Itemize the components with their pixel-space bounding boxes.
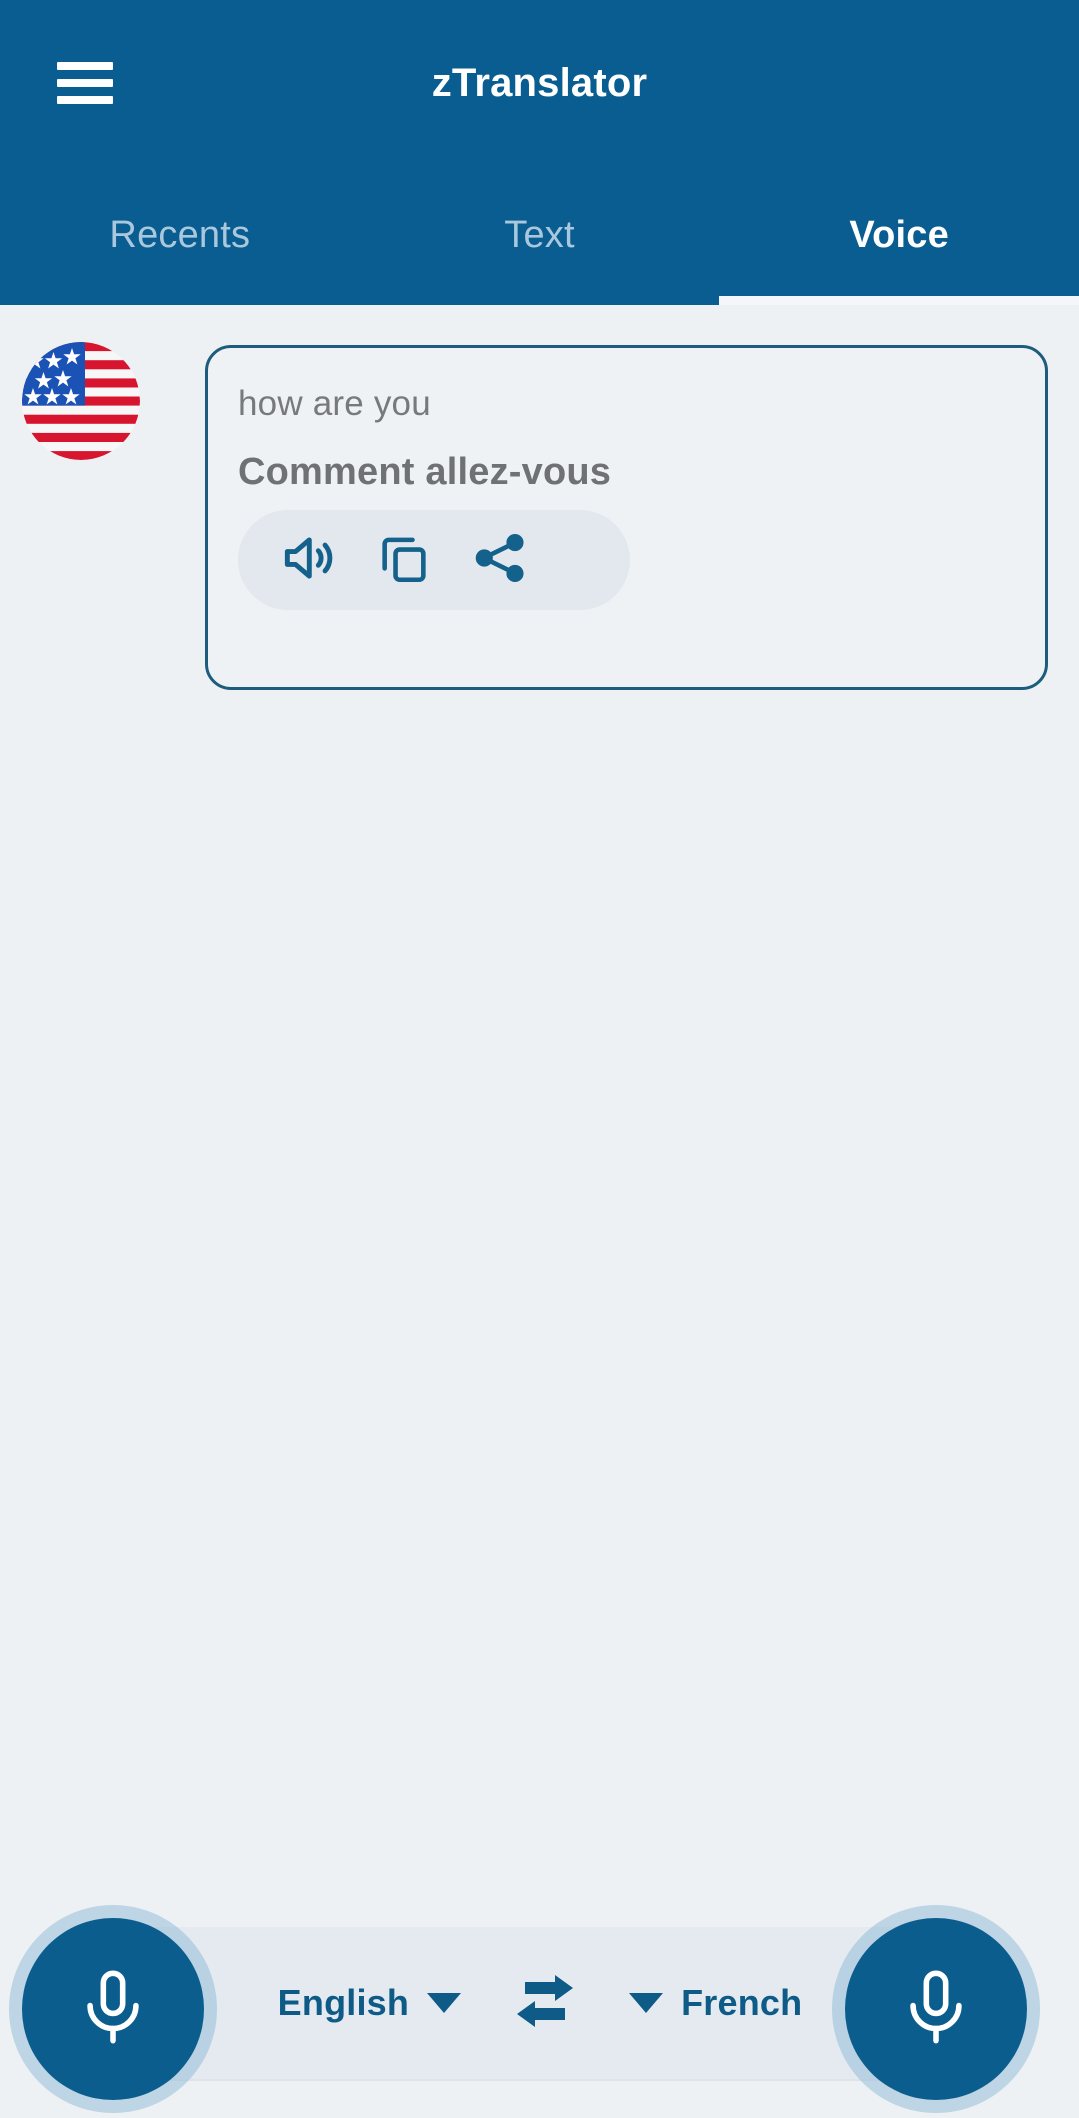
app-bar: zTranslator Recents Text Voice xyxy=(0,0,1079,305)
us-flag-icon xyxy=(22,342,140,460)
translated-text: Comment allez-vous xyxy=(238,451,612,493)
share-button[interactable] xyxy=(452,510,548,610)
share-icon xyxy=(471,529,529,592)
page-title: zTranslator xyxy=(431,61,648,105)
swap-arrows-icon xyxy=(509,1970,581,2037)
copy-icon xyxy=(375,529,433,592)
tab-voice-underline xyxy=(719,296,1079,305)
source-text: how are you xyxy=(238,384,431,423)
copy-button[interactable] xyxy=(356,510,452,610)
target-language-label: French xyxy=(681,1982,803,2023)
tab-voice[interactable]: Voice xyxy=(719,178,1079,305)
source-language-button[interactable]: English xyxy=(277,1982,462,2024)
tab-text[interactable]: Text xyxy=(360,178,720,305)
tab-text-underline xyxy=(360,296,720,305)
source-language-label: English xyxy=(277,1982,410,2023)
chevron-down-icon xyxy=(427,1993,462,2013)
swap-languages-button[interactable] xyxy=(509,1970,581,2037)
content-area: how are you Comment allez-vous xyxy=(0,305,1079,1899)
tab-recents[interactable]: Recents xyxy=(0,178,360,305)
translation-card[interactable]: how are you Comment allez-vous xyxy=(205,345,1048,690)
tab-bar: Recents Text Voice xyxy=(0,178,1079,305)
card-actions xyxy=(238,510,630,610)
microphone-icon xyxy=(70,1964,156,2055)
tab-recents-underline xyxy=(0,296,360,305)
microphone-icon xyxy=(893,1964,979,2055)
speaker-button[interactable] xyxy=(260,510,356,610)
mic-button-source[interactable] xyxy=(22,1918,204,2100)
mic-button-target[interactable] xyxy=(845,1918,1027,2100)
app-bar-top: zTranslator xyxy=(0,0,1079,178)
tab-recents-label: Recents xyxy=(109,214,251,256)
tab-text-label: Text xyxy=(504,214,575,256)
speaker-icon xyxy=(277,527,339,594)
chevron-down-icon xyxy=(629,1993,664,2013)
tab-voice-label: Voice xyxy=(849,214,949,256)
bottom-bar: English French xyxy=(0,1899,1079,2118)
bottom-divider xyxy=(150,2079,930,2081)
language-selector-strip: English French xyxy=(150,1927,930,2079)
target-language-button[interactable]: French xyxy=(629,1982,802,2024)
